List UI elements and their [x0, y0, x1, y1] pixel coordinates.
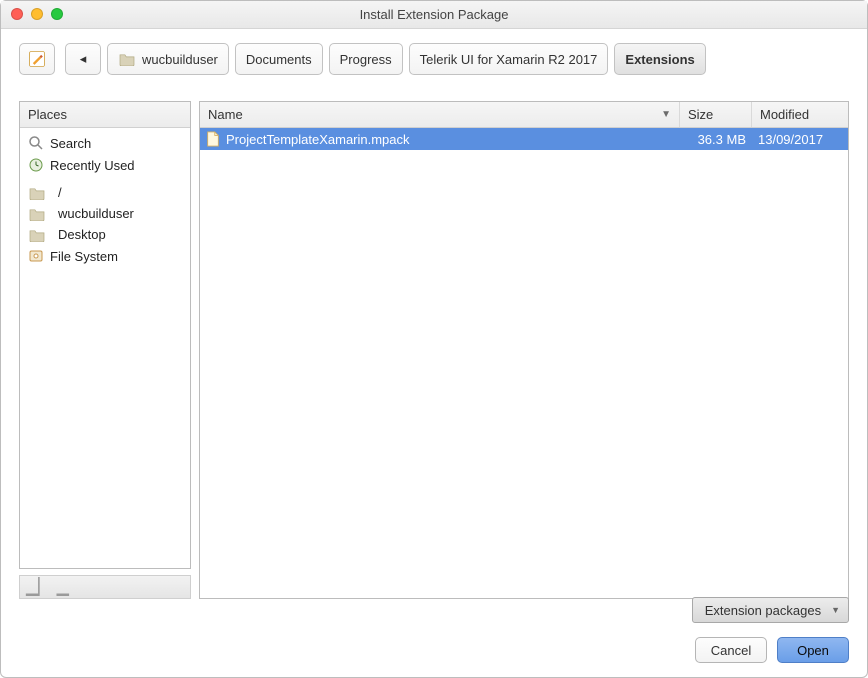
zoom-window-button[interactable] — [51, 8, 63, 20]
sidebar-header: Places — [20, 102, 190, 128]
sidebar-label: wucbuilduser — [58, 206, 134, 221]
drive-icon — [28, 248, 44, 264]
sidebar-footer: ▁▏ ▁ — [19, 575, 191, 599]
file-type-filter[interactable]: Extension packages ▼ — [692, 597, 849, 623]
file-list[interactable]: ProjectTemplateXamarin.mpack 36.3 MB 13/… — [200, 128, 848, 598]
minimize-window-button[interactable] — [31, 8, 43, 20]
column-label: Modified — [760, 107, 809, 122]
column-label: Name — [208, 107, 243, 122]
sort-indicator-icon: ▼ — [661, 109, 671, 120]
file-row[interactable]: ProjectTemplateXamarin.mpack 36.3 MB 13/… — [200, 128, 848, 150]
sidebar-item-home[interactable]: wucbuilduser — [20, 203, 190, 224]
search-icon — [28, 135, 44, 151]
sidebar: Places Search Recently Used / wucbuil — [19, 101, 191, 599]
cancel-button[interactable]: Cancel — [695, 637, 767, 663]
column-modified[interactable]: Modified — [752, 102, 848, 127]
sidebar-item-root[interactable]: / — [20, 182, 190, 203]
breadcrumb-label: Telerik UI for Xamarin R2 2017 — [420, 52, 598, 67]
sidebar-label: / — [58, 185, 62, 200]
filter-label: Extension packages — [705, 603, 821, 618]
close-window-button[interactable] — [11, 8, 23, 20]
column-size[interactable]: Size — [680, 102, 752, 127]
pencil-icon — [27, 49, 47, 69]
sidebar-item-recent[interactable]: Recently Used — [20, 154, 190, 176]
sidebar-item-search[interactable]: Search — [20, 132, 190, 154]
breadcrumb-item-0[interactable]: wucbuilduser — [107, 43, 229, 75]
titlebar: Install Extension Package — [1, 1, 867, 29]
breadcrumb-label: Progress — [340, 52, 392, 67]
breadcrumb-item-2[interactable]: Progress — [329, 43, 403, 75]
breadcrumb-item-1[interactable]: Documents — [235, 43, 323, 75]
edit-path-button[interactable] — [19, 43, 55, 75]
back-icon: ◂ — [80, 51, 87, 67]
folder-icon — [28, 228, 46, 242]
bottom-bar: Extension packages ▼ Cancel Open — [19, 597, 849, 663]
chevron-down-icon: ▼ — [831, 605, 840, 615]
column-name[interactable]: Name ▼ — [200, 102, 680, 127]
path-segment-icon: ▁▏ — [26, 577, 51, 597]
file-icon — [206, 131, 220, 147]
column-headers: Name ▼ Size Modified — [200, 102, 848, 128]
window-title: Install Extension Package — [360, 7, 509, 22]
folder-icon — [118, 52, 136, 66]
sidebar-label: Desktop — [58, 227, 106, 242]
sidebar-item-desktop[interactable]: Desktop — [20, 224, 190, 245]
breadcrumb: ◂ wucbuilduser Documents Progress Teleri… — [65, 43, 706, 75]
file-panel: Name ▼ Size Modified ProjectTemplateXama… — [199, 101, 849, 599]
folder-icon — [28, 186, 46, 200]
breadcrumb-item-4[interactable]: Extensions — [614, 43, 705, 75]
breadcrumb-label: Extensions — [625, 52, 694, 67]
breadcrumb-item-3[interactable]: Telerik UI for Xamarin R2 2017 — [409, 43, 609, 75]
toolbar: ◂ wucbuilduser Documents Progress Teleri… — [1, 29, 867, 87]
sidebar-label: File System — [50, 249, 118, 264]
file-modified: 13/09/2017 — [752, 132, 848, 147]
sidebar-item-filesystem[interactable]: File System — [20, 245, 190, 267]
clock-icon — [28, 157, 44, 173]
sidebar-list: Search Recently Used / wucbuilduser — [20, 128, 190, 271]
folder-icon — [28, 207, 46, 221]
breadcrumb-label: Documents — [246, 52, 312, 67]
breadcrumb-back-button[interactable]: ◂ — [65, 43, 101, 75]
sidebar-label: Search — [50, 136, 91, 151]
sidebar-label: Recently Used — [50, 158, 135, 173]
path-segment-icon: ▁ — [57, 577, 69, 597]
traffic-lights — [11, 8, 63, 20]
column-label: Size — [688, 107, 713, 122]
file-size: 36.3 MB — [680, 132, 752, 147]
file-name: ProjectTemplateXamarin.mpack — [226, 132, 410, 147]
open-button[interactable]: Open — [777, 637, 849, 663]
breadcrumb-label: wucbuilduser — [142, 52, 218, 67]
